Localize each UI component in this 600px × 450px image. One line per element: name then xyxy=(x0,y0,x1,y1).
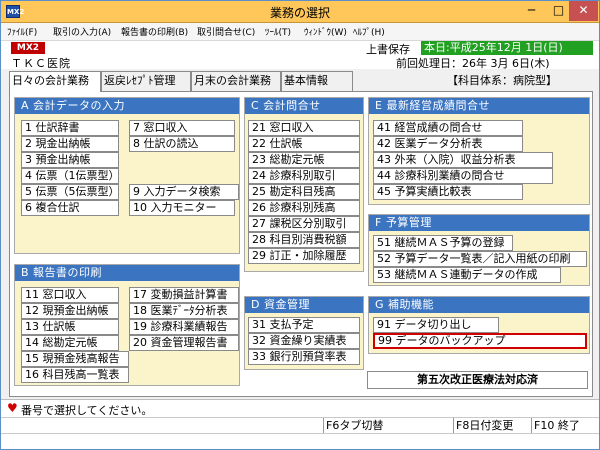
maximize-button[interactable]: □ xyxy=(545,1,572,21)
panel-auxiliary-functions: G 補助機能 91 データ切り出し 99 データのバックアップ xyxy=(368,296,590,354)
menu-item-32[interactable]: 32 資金繰り実績表 xyxy=(248,333,360,349)
panel-f-title: F 予算管理 xyxy=(369,215,589,231)
today-date: 本日:平成25年12月 1日(日) xyxy=(421,41,593,55)
panel-report-printing: B 報告書の印刷 11 窓口収入 12 現預金出納帳 13 仕訳帳 14 総勘定… xyxy=(14,264,240,386)
menu-item-26[interactable]: 26 診療科別残高 xyxy=(248,200,360,216)
panel-b-title: B 報告書の印刷 xyxy=(15,265,239,281)
subject-system-label: 【科目体系：病院型】 xyxy=(447,74,557,87)
menu-item-13[interactable]: 13 仕訳帳 xyxy=(21,319,119,335)
menu-item-15[interactable]: 15 現預金残高報告 xyxy=(21,351,129,367)
status-message: 番号で選択してください。 xyxy=(21,404,153,417)
panel-accounting-inquiry: C 会計問合せ 21 窓口収入 22 仕訳帳 23 総勘定元帳 24 診療科別取… xyxy=(244,97,364,272)
app-window: MX2 業務の選択 ─ □ ✕ ﾌｧｲﾙ(F) 取引の入力(A) 報告書の印刷(… xyxy=(0,0,600,450)
panel-budget: F 予算管理 51 継続ＭＡＳ予算の登録 52 予算データ一覧表／記入用紙の印刷… xyxy=(368,214,590,286)
menu-item-9[interactable]: 9 入力データ検索 xyxy=(129,184,239,200)
menu-item-23[interactable]: 23 総勘定元帳 xyxy=(248,152,360,168)
bottom-strip xyxy=(1,433,599,449)
menu-help[interactable]: ﾍﾙﾌﾟ(H) xyxy=(353,25,385,38)
f8-date-change[interactable]: F8日付変更 xyxy=(453,418,525,434)
menu-item-8[interactable]: 8 仕訳の読込 xyxy=(129,136,235,152)
menu-item-16[interactable]: 16 科目残高一覧表 xyxy=(21,367,129,383)
status-bar: ♥ 番号で選択してください。 xyxy=(1,399,599,417)
menu-item-5[interactable]: 5 伝票（5伝票型） xyxy=(21,184,119,200)
tab-monthly-accounting[interactable]: 月末の会計業務 xyxy=(191,71,281,91)
mx2-badge: MX2 xyxy=(11,42,45,54)
panel-a-title: A 会計データの入力 xyxy=(15,98,239,114)
menu-item-10[interactable]: 10 入力モニター xyxy=(129,200,235,216)
panel-d-title: D 資金管理 xyxy=(245,297,363,313)
menu-print[interactable]: 報告書の印刷(B) xyxy=(121,25,188,38)
menu-bar: ﾌｧｲﾙ(F) 取引の入力(A) 報告書の印刷(B) 取引問合せ(C) ﾂｰﾙ(… xyxy=(1,23,599,41)
f6-tab-switch[interactable]: F6タブ切替 xyxy=(323,418,389,434)
menu-item-27[interactable]: 27 課税区分別取引 xyxy=(248,216,360,232)
menu-item-18[interactable]: 18 医業ﾃﾞｰﾀ分析表 xyxy=(129,303,239,319)
menu-item-22[interactable]: 22 仕訳帳 xyxy=(248,136,360,152)
menu-item-6[interactable]: 6 複合仕訳 xyxy=(21,200,119,216)
menu-item-14[interactable]: 14 総勘定元帳 xyxy=(21,335,119,351)
menu-input[interactable]: 取引の入力(A) xyxy=(53,25,111,38)
hospital-name: ＴＫＣ医院 xyxy=(11,57,71,70)
menu-item-91[interactable]: 91 データ切り出し xyxy=(373,317,499,333)
function-key-bar: F6タブ切替 F8日付変更 F10 終了 xyxy=(1,417,599,434)
menu-item-99[interactable]: 99 データのバックアップ xyxy=(373,333,587,349)
menu-item-33[interactable]: 33 銀行別預貸率表 xyxy=(248,349,360,365)
menu-item-20[interactable]: 20 資金管理報告書 xyxy=(129,335,239,351)
panel-e-title: E 最新経営成績問合せ xyxy=(369,98,589,114)
medical-law-notice: 第五次改正医療法対応済 xyxy=(367,371,588,389)
menu-item-21[interactable]: 21 窓口収入 xyxy=(248,120,360,136)
menu-item-19[interactable]: 19 診療科業績報告 xyxy=(129,319,239,335)
menu-item-44[interactable]: 44 診療科別業績の問合せ xyxy=(373,168,553,184)
panel-funds-management: D 資金管理 31 支払予定 32 資金繰り実績表 33 銀行別預貸率表 xyxy=(244,296,364,370)
menu-item-52[interactable]: 52 予算データ一覧表／記入用紙の印刷 xyxy=(373,251,587,267)
title-bar[interactable]: MX2 業務の選択 ─ □ ✕ xyxy=(1,1,599,23)
menu-inquiry[interactable]: 取引問合せ(C) xyxy=(197,25,255,38)
menu-item-24[interactable]: 24 診療科別取引 xyxy=(248,168,360,184)
menu-item-1[interactable]: 1 仕訳辞書 xyxy=(21,120,119,136)
menu-item-29[interactable]: 29 訂正・加除履歴 xyxy=(248,248,360,264)
menu-item-4[interactable]: 4 伝票（1伝票型） xyxy=(21,168,119,184)
menu-tools[interactable]: ﾂｰﾙ(T) xyxy=(265,25,291,38)
menu-item-41[interactable]: 41 経営成績の問合せ xyxy=(373,120,523,136)
menu-item-25[interactable]: 25 勘定科目残高 xyxy=(248,184,360,200)
menu-item-42[interactable]: 42 医業データ分析表 xyxy=(373,136,523,152)
menu-item-12[interactable]: 12 現預金出納帳 xyxy=(21,303,119,319)
tab-daily-accounting[interactable]: 日々の会計業務 xyxy=(9,71,101,92)
panel-latest-performance: E 最新経営成績問合せ 41 経営成績の問合せ 42 医業データ分析表 43 外… xyxy=(368,97,590,205)
menu-item-28[interactable]: 28 科目別消費税額 xyxy=(248,232,360,248)
panel-c-title: C 会計問合せ xyxy=(245,98,363,114)
tab-content: A 会計データの入力 1 仕訳辞書 2 現金出納帳 3 預金出納帳 4 伝票（1… xyxy=(9,91,593,397)
menu-item-11[interactable]: 11 窓口収入 xyxy=(21,287,119,303)
previous-process-date: 前回処理日：26年 3月 6日(木) xyxy=(396,57,550,70)
menu-item-45[interactable]: 45 予算実績比較表 xyxy=(373,184,523,200)
minimize-button[interactable]: ─ xyxy=(518,1,545,21)
tab-returned-receipts[interactable]: 返戻ﾚｾﾌﾟﾄ管理 xyxy=(101,71,191,91)
menu-item-3[interactable]: 3 預金出納帳 xyxy=(21,152,119,168)
window-title: 業務の選択 xyxy=(269,6,330,20)
header: MX2 上書保存 本日:平成25年12月 1日(日) ＴＫＣ医院 前回処理日：2… xyxy=(1,41,599,70)
close-button[interactable]: ✕ xyxy=(569,1,598,21)
f10-exit[interactable]: F10 終了 xyxy=(531,418,597,434)
panel-g-title: G 補助機能 xyxy=(369,297,589,313)
heart-icon: ♥ xyxy=(7,401,18,415)
menu-item-43[interactable]: 43 外来（入院）収益分析表 xyxy=(373,152,553,168)
menu-item-17[interactable]: 17 変動損益計算書 xyxy=(129,287,239,303)
panel-accounting-input: A 会計データの入力 1 仕訳辞書 2 現金出納帳 3 預金出納帳 4 伝票（1… xyxy=(14,97,240,254)
menu-item-31[interactable]: 31 支払予定 xyxy=(248,317,360,333)
menu-item-51[interactable]: 51 継続ＭＡＳ予算の登録 xyxy=(373,235,513,251)
tab-basic-info[interactable]: 基本情報 xyxy=(281,71,353,91)
menu-item-7[interactable]: 7 窓口収入 xyxy=(129,120,235,136)
menu-file[interactable]: ﾌｧｲﾙ(F) xyxy=(7,25,37,38)
menu-item-2[interactable]: 2 現金出納帳 xyxy=(21,136,119,152)
menu-item-53[interactable]: 53 継続ＭＡＳ連動データの作成 xyxy=(373,267,561,283)
menu-window[interactable]: ｳｨﾝﾄﾞｳ(W) xyxy=(304,25,347,38)
